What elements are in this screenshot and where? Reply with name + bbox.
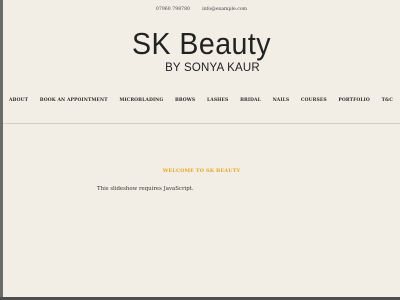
logo-subtitle: BY SONYA KAUR xyxy=(165,62,260,74)
slideshow-notice: This slideshow requires JavaScript. xyxy=(97,186,194,192)
email-link[interactable]: info@example.com xyxy=(202,7,247,15)
nav-item-bridal[interactable]: BRIDAL xyxy=(240,98,261,103)
phone-link[interactable]: 07960 798780 xyxy=(156,7,190,15)
contact-bar: 07960 798780 info@example.com xyxy=(3,7,400,15)
main-nav: ABOUT BOOK AN APPOINTMENT MICROBLADING B… xyxy=(9,95,393,105)
site-logo[interactable]: SK Beauty BY SONYA KAUR xyxy=(3,26,400,75)
nav-item-book-appointment[interactable]: BOOK AN APPOINTMENT xyxy=(40,98,108,103)
logo-title: SK Beauty xyxy=(132,26,271,61)
nav-item-nails[interactable]: NAILS xyxy=(273,98,290,103)
nav-item-brows[interactable]: BROWS xyxy=(175,98,195,103)
nav-item-about[interactable]: ABOUT xyxy=(9,98,28,103)
nav-item-portfolio[interactable]: PORTFOLIO xyxy=(338,98,370,103)
nav-item-lashes[interactable]: LASHES xyxy=(207,98,228,103)
nav-divider xyxy=(3,123,400,124)
welcome-heading: WELCOME TO SK BEAUTY xyxy=(162,168,241,174)
nav-item-microblading[interactable]: MICROBLADING xyxy=(119,98,163,103)
nav-item-terms[interactable]: T&C xyxy=(382,98,393,103)
nav-item-courses[interactable]: COURSES xyxy=(301,98,327,103)
page: 07960 798780 info@example.com SK Beauty … xyxy=(3,0,400,297)
